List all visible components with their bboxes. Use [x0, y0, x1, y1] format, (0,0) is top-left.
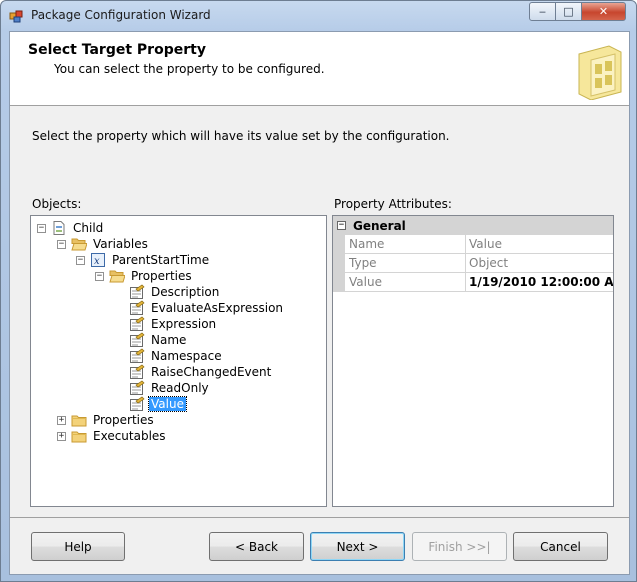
wizard-banner-icon	[578, 45, 622, 100]
cancel-button[interactable]: Cancel	[513, 532, 608, 561]
tree-node-property[interactable]: Expression	[129, 316, 218, 332]
tree-node-property-selected[interactable]: Value	[129, 396, 187, 412]
expand-icon[interactable]: +	[57, 431, 66, 441]
folder-icon	[71, 428, 87, 444]
tree-node-property[interactable]: EvaluateAsExpression	[129, 300, 285, 316]
collapse-icon[interactable]: −	[95, 271, 104, 281]
tree-node-properties[interactable]: + Properties	[57, 412, 156, 428]
property-attributes-label: Property Attributes:	[334, 197, 452, 211]
property-icon	[129, 300, 145, 316]
window-title: Package Configuration Wizard	[31, 8, 211, 22]
collapse-icon[interactable]: −	[76, 255, 85, 265]
close-button[interactable]: ✕	[581, 2, 626, 21]
category-general[interactable]: − General	[333, 216, 613, 235]
folder-open-icon	[109, 268, 125, 284]
instruction-text: Select the property which will have its …	[32, 129, 450, 143]
wizard-header: Select Target Property You can select th…	[10, 32, 629, 106]
property-grid[interactable]: − General Name Value Type Object Value 1…	[332, 215, 614, 507]
folder-open-icon	[71, 236, 87, 252]
tree-node-executables[interactable]: + Executables	[57, 428, 168, 444]
property-icon	[129, 396, 145, 412]
page-subtitle: You can select the property to be config…	[54, 62, 325, 76]
collapse-icon[interactable]: −	[57, 239, 66, 249]
tree-node-child[interactable]: − Child	[37, 220, 105, 236]
tree-node-property[interactable]: Description	[129, 284, 221, 300]
wizard-client-area: Select Target Property You can select th…	[9, 31, 630, 575]
expand-icon[interactable]: +	[57, 415, 66, 425]
property-value: 1/19/2010 12:00:00 AM	[466, 273, 613, 292]
property-icon	[129, 380, 145, 396]
property-row[interactable]: Value 1/19/2010 12:00:00 AM	[333, 273, 613, 292]
maximize-button[interactable]: □	[555, 2, 582, 21]
tree-node-property[interactable]: Namespace	[129, 348, 224, 364]
property-row[interactable]: Name Value	[333, 235, 613, 254]
variable-icon	[90, 252, 106, 268]
property-icon	[129, 348, 145, 364]
property-icon	[129, 364, 145, 380]
title-bar[interactable]: Package Configuration Wizard ‒ □ ✕	[1, 1, 636, 31]
property-name: Name	[345, 235, 466, 254]
footer-divider	[10, 517, 629, 518]
property-name: Type	[345, 254, 466, 273]
next-button[interactable]: Next >	[310, 532, 405, 561]
property-value: Value	[466, 235, 613, 254]
collapse-icon[interactable]: −	[37, 223, 46, 233]
tree-node-variables[interactable]: − Variables	[57, 236, 150, 252]
folder-icon	[71, 412, 87, 428]
property-icon	[129, 332, 145, 348]
property-row[interactable]: Type Object	[333, 254, 613, 273]
help-button[interactable]: Help	[31, 532, 125, 561]
objects-tree[interactable]: − Child − Variables − ParentStartTime − …	[30, 215, 327, 507]
tree-node-properties-folder[interactable]: − Properties	[95, 268, 194, 284]
property-name: Value	[345, 273, 466, 292]
property-icon	[129, 284, 145, 300]
wizard-window: Package Configuration Wizard ‒ □ ✕ Selec…	[0, 0, 637, 582]
back-button[interactable]: < Back	[209, 532, 304, 561]
tree-node-property[interactable]: Name	[129, 332, 188, 348]
tree-node-variable[interactable]: − ParentStartTime	[76, 252, 211, 268]
objects-label: Objects:	[32, 197, 82, 211]
tree-node-property[interactable]: RaiseChangedEvent	[129, 364, 273, 380]
page-title: Select Target Property	[28, 42, 206, 58]
finish-button[interactable]: Finish >>|	[412, 532, 507, 561]
package-icon	[9, 10, 23, 23]
collapse-icon[interactable]: −	[337, 221, 346, 230]
minimize-button[interactable]: ‒	[529, 2, 556, 21]
property-icon	[129, 316, 145, 332]
tree-node-property[interactable]: ReadOnly	[129, 380, 211, 396]
property-value: Object	[466, 254, 613, 273]
package-file-icon	[51, 220, 67, 236]
